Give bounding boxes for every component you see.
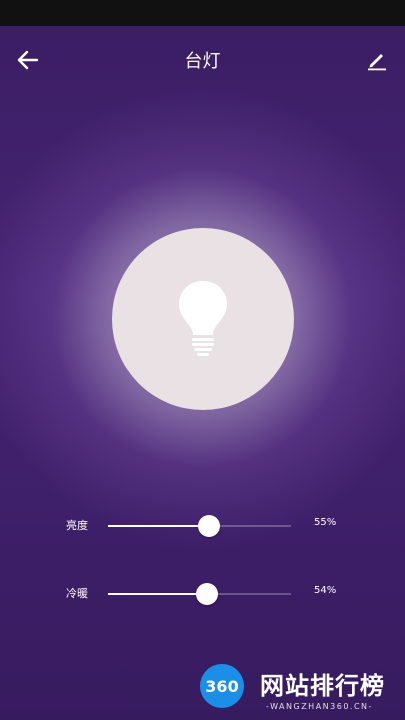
color-temp-row: 冷暖 54% bbox=[0, 579, 405, 609]
color-temp-fill bbox=[108, 593, 207, 595]
brightness-label: 亮度 bbox=[66, 519, 88, 532]
page-title: 台灯 bbox=[184, 51, 221, 72]
lamp-toggle[interactable] bbox=[112, 228, 294, 410]
color-temp-thumb[interactable] bbox=[195, 583, 218, 605]
brightness-slider[interactable] bbox=[108, 515, 291, 537]
edit-button[interactable] bbox=[361, 44, 393, 76]
top-bar: 台灯 bbox=[0, 26, 405, 92]
watermark-subtext: -WANGZHAN360.CN- bbox=[266, 702, 373, 711]
status-bar bbox=[0, 0, 405, 26]
color-temp-label: 冷暖 bbox=[66, 587, 88, 600]
watermark: 360 网站排行榜 -WANGZHAN360.CN- bbox=[180, 660, 405, 720]
pencil-icon bbox=[368, 54, 386, 71]
color-temp-slider[interactable] bbox=[108, 583, 291, 605]
color-temp-value: 54% bbox=[314, 585, 337, 596]
brightness-fill bbox=[108, 525, 209, 527]
brightness-row: 亮度 55% bbox=[0, 511, 405, 541]
brightness-value: 55% bbox=[314, 517, 337, 528]
light-bulb-icon bbox=[179, 281, 227, 356]
watermark-text: 网站排行榜 bbox=[260, 672, 385, 700]
brightness-thumb[interactable] bbox=[197, 515, 220, 537]
watermark-logo: 360 bbox=[200, 664, 244, 708]
